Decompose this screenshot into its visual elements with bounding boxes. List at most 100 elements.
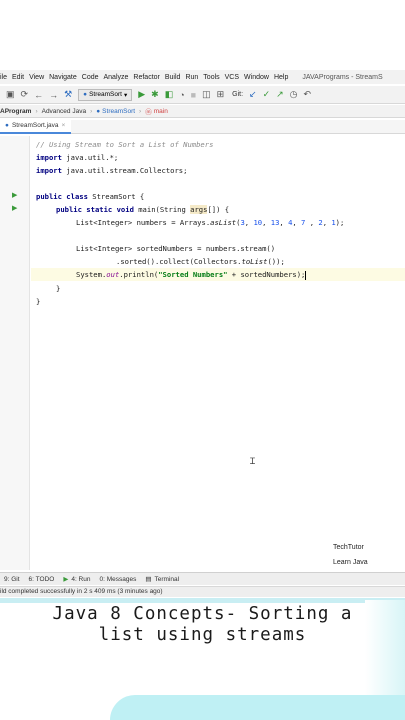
close-icon[interactable]: × [62,122,66,129]
structure-icon[interactable]: ⊞ [217,89,225,100]
code-brace-line: } [36,297,41,306]
breadcrumb-method[interactable]: main [154,108,168,115]
tab-streamsort[interactable]: ● StreamSort.java × [0,119,72,134]
main-signature: main(String [133,205,191,214]
code-class-line: public class StreamSort { [36,190,144,203]
decorative-glow [110,695,405,720]
menu-navigate[interactable]: Navigate [49,74,77,81]
menu-help[interactable]: Help [274,74,288,81]
breadcrumb-project[interactable]: AProgram [0,108,31,115]
breadcrumb: AProgram › Advanced Java › ● StreamSort … [0,105,405,118]
menu-window[interactable]: Window [244,74,269,81]
chevron-right-icon: › [90,107,93,115]
numbers-decl: List<Integer> numbers = Arrays. [76,218,211,227]
code-main-line: public static void main(String args[]) { [56,203,229,216]
run-icon: ▶ [63,576,69,583]
code-editor[interactable]: ▶ ▶ // Using Stream to Sort a List of Nu… [0,136,405,570]
import-path: java.util.*; [61,153,119,162]
keyword: import [36,166,62,175]
import-path: java.util.stream.Collectors; [61,166,188,175]
java-class-icon: ● [5,122,9,129]
git-push-icon[interactable]: ↗ [276,89,284,100]
menu-refactor[interactable]: Refactor [133,74,159,81]
save-icon[interactable]: ▣ [6,89,15,100]
breadcrumb-folder[interactable]: Advanced Java [42,108,86,115]
aslist-call: asList [210,218,237,227]
coverage-icon[interactable]: ◧ [165,89,174,100]
menu-bar: ile Edit View Navigate Code Analyze Refa… [0,70,405,84]
decorative-strip [0,598,405,603]
run-gutter-icon[interactable]: ▶ [12,204,17,212]
tool-messages[interactable]: 0: Messages [99,576,136,583]
editor-gutter: ▶ ▶ [0,136,30,570]
menu-vcs[interactable]: VCS [225,74,239,81]
menu-build[interactable]: Build [165,74,181,81]
debug-icon[interactable]: ✱ [151,89,159,100]
code-println-line: System.out.println("Sorted Numbers" + so… [31,268,405,281]
menu-analyze[interactable]: Analyze [104,74,129,81]
profile-icon[interactable]: ◔ [179,90,184,100]
method-icon: ⓜ [145,109,152,116]
menu-run[interactable]: Run [185,74,198,81]
tab-label: StreamSort.java [11,122,59,129]
status-bar: ild completed successfully in 2 s 409 ms… [0,586,405,597]
chevron-down-icon: ▾ [123,91,128,99]
git-label: Git: [232,91,244,98]
stop-icon[interactable]: ■ [191,90,196,100]
status-message: ild completed successfully in 2 s 409 ms… [0,588,163,595]
chevron-right-icon: › [139,107,142,115]
code-sorted-chain-line: .sorted().collect(Collectors.toList()); [116,257,285,266]
tool-window-bar: 9: Git 6: TODO ▶ 4: Run 0: Messages ▤ Te… [0,572,405,585]
keyword: public static void [56,205,134,214]
tool-todo[interactable]: 6: TODO [29,576,55,583]
menu-tools[interactable]: Tools [203,74,219,81]
code-brace-line: } [56,284,61,293]
java-class-icon: ● [83,91,88,98]
run-gutter-icon[interactable]: ▶ [12,191,17,199]
caption-line-2: list using streams [98,625,307,645]
tool-terminal[interactable]: Terminal [155,576,180,583]
search-everywhere-icon[interactable]: ◫ [202,89,211,100]
code-import-line: import java.util.*; [36,151,118,164]
args-param: args [190,205,208,214]
forward-arrow-icon[interactable]: → [49,90,58,100]
tool-run[interactable]: 4: Run [71,576,90,583]
back-arrow-icon[interactable]: ← [34,90,43,100]
build-hammer-icon[interactable]: ⚒ [64,89,72,100]
menu-code[interactable]: Code [82,74,99,81]
text-caret [305,270,307,280]
code-import-line: import java.util.stream.Collectors; [36,164,187,177]
run-config-label: StreamSort [89,91,122,98]
breadcrumb-class[interactable]: StreamSort [102,108,135,115]
editor-tab-bar: ● StreamSort.java × [0,119,405,134]
keyword: import [36,153,62,162]
code-comment-line: // Using Stream to Sort a List of Number… [36,140,214,149]
string-literal: "Sorted Numbers" [158,270,228,279]
code-numbers-line: List<Integer> numbers = Arrays.asList(3,… [76,218,345,227]
main-toolbar: ▣ ⟳ ← → ⚒ ● StreamSort ▾ ▶ ✱ ◧ ◔ ■ ◫ ⊞ G… [0,86,405,104]
chevron-right-icon: › [35,107,38,115]
revert-icon[interactable]: ↶ [304,89,312,100]
git-commit-icon[interactable]: ✓ [263,89,271,100]
watermark-subtitle: Learn Java [333,559,368,566]
tolist-call: toList [241,257,268,266]
sync-icon[interactable]: ⟳ [21,89,29,100]
main-signature-end: []) { [207,205,230,214]
menu-file[interactable]: ile [0,74,7,81]
run-config-select[interactable]: ● StreamSort ▾ [78,88,133,101]
code-sorted-line: List<Integer> sortedNumbers = numbers.st… [76,244,276,253]
java-class-icon: ● [96,107,101,115]
git-update-icon[interactable]: ↙ [249,89,257,100]
terminal-icon: ▤ [145,576,152,583]
watermark-title: TechTutor [333,544,364,551]
tool-git[interactable]: 9: Git [4,576,20,583]
class-name: StreamSort { [87,192,145,201]
caption-line-1: Java 8 Concepts- Sorting a [52,604,353,624]
video-caption: Java 8 Concepts- Sorting a list using st… [0,604,405,646]
keyword: public class [36,192,88,201]
history-icon[interactable]: ◷ [290,89,298,100]
menu-edit[interactable]: Edit [12,74,24,81]
run-icon[interactable]: ▶ [138,89,145,100]
mouse-ibeam-icon: Ɪ [250,456,256,466]
menu-view[interactable]: View [29,74,44,81]
